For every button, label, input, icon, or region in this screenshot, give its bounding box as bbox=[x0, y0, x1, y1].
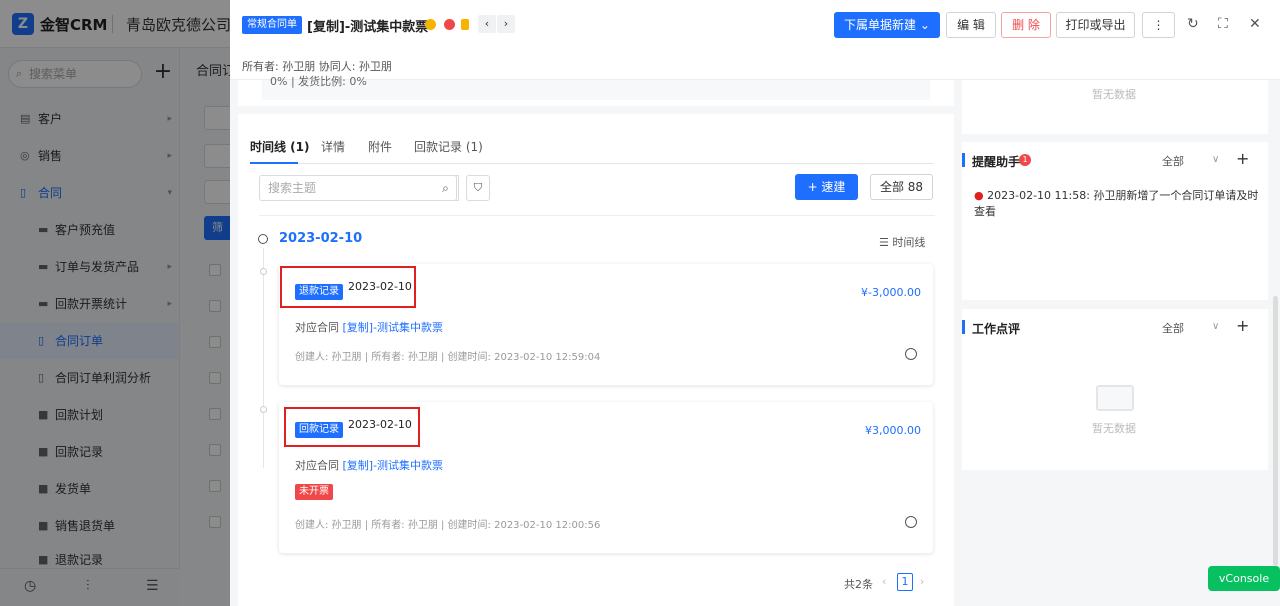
record-meta: 创建人: 孙卫朋 | 所有者: 孙卫朋 | 创建时间: 2023-02-10 1… bbox=[295, 352, 601, 363]
more-button[interactable]: ⋮ bbox=[1142, 12, 1175, 38]
add-review-button[interactable]: + bbox=[1236, 316, 1249, 335]
tab-attachments[interactable]: 附件 bbox=[368, 138, 392, 155]
comment-icon[interactable] bbox=[905, 348, 917, 360]
previous-section: 0% | 发货比例: 0% bbox=[238, 76, 954, 106]
empty-tray-icon bbox=[1096, 385, 1134, 411]
drawer-header: 常规合同单 [复制]-测试集中款票 ‹ › 所有者: 孙卫朋 协同人: 孙卫朋 … bbox=[230, 0, 1280, 80]
refresh-icon[interactable]: ↻ bbox=[1187, 16, 1199, 32]
star-icon[interactable] bbox=[425, 19, 436, 30]
reminder-item-text: 2023-02-10 11:58: 孙卫朋新增了一个合同订单请及时查看 bbox=[974, 189, 1259, 218]
detail-drawer: 常规合同单 [复制]-测试集中款票 ‹ › 所有者: 孙卫朋 协同人: 孙卫朋 … bbox=[230, 0, 1280, 606]
top-panel: 暂无数据 bbox=[962, 80, 1268, 134]
add-reminder-button[interactable]: + bbox=[1236, 149, 1249, 168]
invoice-status-badge: 未开票 bbox=[295, 484, 333, 500]
search-icon[interactable]: ⌕ bbox=[433, 175, 459, 201]
tag-icon[interactable] bbox=[461, 19, 469, 30]
bullet-icon: ● bbox=[974, 189, 988, 202]
tab-payment-records[interactable]: 回款记录 (1) bbox=[414, 138, 483, 155]
empty-text: 暂无数据 bbox=[1092, 422, 1136, 435]
reminder-item[interactable]: ● 2023-02-10 11:58: 孙卫朋新增了一个合同订单请及时查看 bbox=[974, 187, 1268, 219]
record-contract: 对应合同 [复制]-测试集中款票 bbox=[295, 457, 443, 473]
panel-accent bbox=[962, 153, 965, 167]
delete-button[interactable]: 删 除 bbox=[1001, 12, 1051, 38]
record-meta: 创建人: 孙卫朋 | 所有者: 孙卫朋 | 创建时间: 2023-02-10 1… bbox=[295, 520, 601, 531]
next-record-button[interactable]: › bbox=[497, 15, 515, 33]
timeline-icon: ☰ bbox=[879, 236, 893, 249]
record-contract: 对应合同 [复制]-测试集中款票 bbox=[295, 319, 443, 335]
tab-timeline[interactable]: 时间线 (1) bbox=[250, 138, 310, 155]
timeline-record-refund[interactable]: 退款记录 2023-02-10 ¥-3,000.00 对应合同 [复制]-测试集… bbox=[279, 264, 933, 385]
close-icon[interactable]: ✕ bbox=[1249, 16, 1261, 32]
chevron-down-icon: ⌄ bbox=[919, 18, 930, 32]
fullscreen-icon[interactable]: ⛶ bbox=[1218, 16, 1228, 32]
right-pane: 暂无数据 提醒助手 1 全部 ∨ + ● 2023-02-10 11:58: 孙… bbox=[962, 80, 1268, 606]
divider bbox=[259, 215, 935, 216]
all-filter-button[interactable]: 全部 88 bbox=[870, 174, 933, 200]
active-tab-indicator bbox=[250, 162, 298, 164]
timeline-card: 时间线 (1) 详情 附件 回款记录 (1) 搜索主题 ⌕ ⛉ + 速建 全部 … bbox=[238, 114, 954, 606]
timeline-line bbox=[263, 248, 264, 468]
panel-accent bbox=[962, 320, 965, 334]
shipping-ratio-value: 0% | 发货比例: 0% bbox=[270, 75, 367, 88]
modal-overlay[interactable] bbox=[0, 0, 230, 606]
detail-tabs: 时间线 (1) 详情 附件 回款记录 (1) bbox=[250, 114, 934, 164]
order-type-tag: 常规合同单 bbox=[242, 16, 302, 34]
reminder-filter[interactable]: 全部 bbox=[1162, 153, 1184, 169]
page-title: [复制]-测试集中款票 bbox=[307, 20, 429, 35]
timeline-record-payment[interactable]: 回款记录 2023-02-10 ¥3,000.00 对应合同 [复制]-测试集中… bbox=[279, 402, 933, 553]
left-pane: 0% | 发货比例: 0% 时间线 (1) 详情 附件 回款记录 (1) 搜索主… bbox=[238, 76, 954, 606]
highlight-box bbox=[280, 266, 416, 308]
timeline-date: 2023-02-10 bbox=[279, 231, 363, 246]
previous-record-button[interactable]: ‹ bbox=[478, 15, 496, 33]
timeline-view-label: 时间线 bbox=[892, 236, 926, 249]
clock-icon bbox=[258, 234, 268, 244]
contract-prefix: 对应合同 bbox=[295, 321, 343, 334]
pager-prev-button[interactable]: ‹ bbox=[882, 575, 886, 588]
contract-link[interactable]: [复制]-测试集中款票 bbox=[343, 321, 444, 334]
highlight-box bbox=[284, 407, 420, 447]
empty-text: 暂无数据 bbox=[1092, 88, 1136, 101]
review-title: 工作点评 bbox=[972, 322, 1021, 336]
chevron-down-icon[interactable]: ∨ bbox=[1212, 321, 1219, 332]
filter-icon[interactable]: ⛉ bbox=[466, 175, 490, 201]
pager-total: 共2条 bbox=[844, 578, 873, 591]
timeline-dot bbox=[260, 406, 267, 413]
new-sub-document-button[interactable]: 下属单据新建 ⌄ bbox=[834, 12, 940, 38]
contract-link[interactable]: [复制]-测试集中款票 bbox=[343, 459, 444, 472]
reminder-title: 提醒助手 bbox=[972, 155, 1021, 169]
shipping-ratio-text: 0% | 发货比例: 0% bbox=[262, 76, 930, 100]
print-export-button[interactable]: 打印或导出 bbox=[1056, 12, 1135, 38]
timeline-view-toggle[interactable]: ☰ 时间线 bbox=[879, 234, 925, 250]
timeline-dot bbox=[260, 268, 267, 275]
scrollbar[interactable] bbox=[1273, 296, 1278, 566]
review-panel: 工作点评 全部 ∨ + 暂无数据 bbox=[962, 309, 1268, 470]
tab-details[interactable]: 详情 bbox=[321, 138, 345, 155]
comment-icon[interactable] bbox=[905, 516, 917, 528]
new-sub-document-label: 下属单据新建 bbox=[844, 18, 917, 32]
edit-button[interactable]: 编 辑 bbox=[946, 12, 996, 38]
record-amount: ¥-3,000.00 bbox=[861, 286, 921, 299]
contract-prefix: 对应合同 bbox=[295, 459, 343, 472]
owners-line: 所有者: 孙卫朋 协同人: 孙卫朋 bbox=[242, 60, 392, 73]
review-filter[interactable]: 全部 bbox=[1162, 320, 1184, 336]
quick-create-button[interactable]: + 速建 bbox=[795, 174, 858, 200]
pager-page-1[interactable]: 1 bbox=[897, 573, 913, 591]
alert-icon[interactable] bbox=[444, 19, 455, 30]
chevron-down-icon[interactable]: ∨ bbox=[1212, 154, 1219, 165]
topic-search-input[interactable]: 搜索主题 bbox=[259, 175, 457, 201]
vconsole-button[interactable]: vConsole bbox=[1208, 566, 1280, 591]
pager-next-button[interactable]: › bbox=[920, 575, 924, 588]
reminder-panel: 提醒助手 1 全部 ∨ + ● 2023-02-10 11:58: 孙卫朋新增了… bbox=[962, 142, 1268, 300]
record-amount: ¥3,000.00 bbox=[865, 424, 921, 437]
reminder-count-badge: 1 bbox=[1019, 154, 1031, 166]
